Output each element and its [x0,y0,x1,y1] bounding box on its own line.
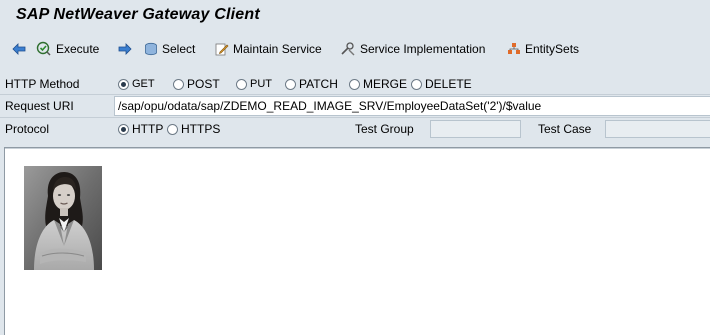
radio-label: GET [132,78,155,90]
edit-icon [215,42,229,56]
http-method-row: HTTP Method GET POST PUT PATCH MERGE DEL… [0,73,710,95]
maintain-service-label: Maintain Service [233,42,322,56]
back-button[interactable] [12,40,26,58]
radio-indicator [349,78,360,90]
entity-sets-button[interactable]: EntitySets [507,40,579,58]
request-uri-label: Request URI [0,95,114,117]
protocol-label: Protocol [0,118,114,140]
radio-label: PATCH [299,77,338,91]
radio-patch[interactable]: PATCH [285,77,338,91]
select-label: Select [162,42,196,56]
arrow-left-icon [12,43,26,55]
radio-https[interactable]: HTTPS [167,122,220,136]
http-method-label: HTTP Method [0,73,114,95]
test-case-label: Test Case [538,122,592,136]
radio-post[interactable]: POST [173,77,220,91]
request-uri-input[interactable]: /sap/opu/odata/sap/ZDEMO_READ_IMAGE_SRV/… [114,96,710,116]
entity-sets-icon [507,42,521,56]
service-implementation-label: Service Implementation [360,42,486,56]
radio-indicator [285,78,296,90]
request-uri-row: Request URI /sap/opu/odata/sap/ZDEMO_REA… [0,95,710,117]
radio-label: DELETE [425,77,472,91]
maintain-service-button[interactable]: Maintain Service [215,40,322,58]
protocol-row: Protocol HTTP HTTPS Test Group Test Case [0,118,710,140]
radio-put[interactable]: PUT [236,77,272,91]
test-group-label: Test Group [355,122,414,136]
app-title: SAP NetWeaver Gateway Client [16,6,260,23]
execute-icon [36,41,52,57]
entity-sets-label: EntitySets [525,42,580,56]
arrow-right-icon [118,43,132,55]
radio-label: HTTPS [181,122,221,136]
forward-button[interactable] [118,40,132,58]
employee-photo [24,166,102,270]
radio-get[interactable]: GET [118,77,155,91]
radio-merge[interactable]: MERGE [349,77,407,91]
radio-indicator [167,123,178,135]
radio-label: POST [187,77,220,91]
radio-indicator [173,78,184,90]
test-case-input[interactable] [605,120,710,138]
radio-label: PUT [250,78,272,90]
execute-button[interactable]: Execute [36,40,99,58]
radio-indicator [118,123,129,135]
tools-icon [340,42,356,56]
title-bar: SAP NetWeaver Gateway Client [0,0,710,32]
test-group-input[interactable] [430,120,521,138]
service-implementation-button[interactable]: Service Implementation [340,40,485,58]
radio-indicator [411,78,422,90]
database-icon [144,42,158,56]
radio-indicator [118,78,129,90]
execute-label: Execute [56,42,100,56]
radio-delete[interactable]: DELETE [411,77,472,91]
radio-http[interactable]: HTTP [118,122,163,136]
radio-label: HTTP [132,122,164,136]
radio-indicator [236,78,247,90]
radio-label: MERGE [363,77,408,91]
divider [5,148,710,149]
response-panel [4,147,710,335]
select-button[interactable]: Select [144,40,195,58]
toolbar: Execute Select Maintain Service Service … [0,32,710,64]
